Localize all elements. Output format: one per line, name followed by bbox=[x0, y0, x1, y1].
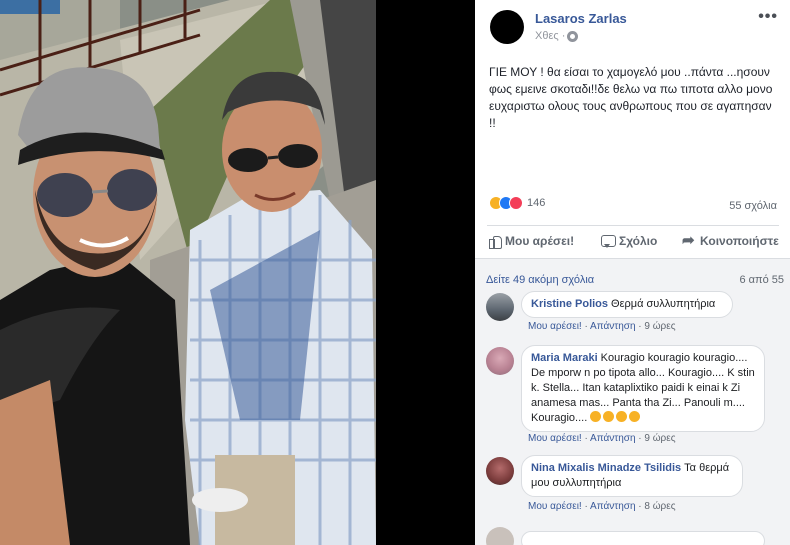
like-button[interactable]: Μου αρέσει! bbox=[487, 234, 575, 249]
commenter-name[interactable]: Nina Mixalis Minadze Tsilidis bbox=[531, 462, 681, 474]
comments-section: Δείτε 49 ακόμη σχόλια 6 από 55 Kristine … bbox=[475, 258, 790, 545]
lightbox-gap bbox=[376, 0, 475, 545]
comment-reply-link[interactable]: Απάντηση bbox=[590, 433, 635, 444]
post-header: Lasaros Zarlas Χθες · ••• bbox=[475, 0, 790, 50]
author-avatar[interactable] bbox=[490, 10, 524, 44]
commenter-name[interactable]: Kristine Polios bbox=[531, 298, 608, 310]
commenter-avatar[interactable] bbox=[486, 457, 514, 485]
comment-text: Θερμά συλλυπητήρια bbox=[611, 298, 716, 310]
share-icon bbox=[682, 231, 696, 249]
sad-emoji-group bbox=[590, 411, 642, 424]
comment-like-link[interactable]: Μου αρέσει! bbox=[528, 501, 582, 512]
comment-time[interactable]: 8 ώρες bbox=[644, 501, 675, 512]
comment-icon bbox=[601, 234, 616, 248]
globe-icon bbox=[567, 31, 578, 42]
sad-emoji-icon bbox=[590, 411, 602, 422]
comment-bubble: Kristine Polios Θερμά συλλυπητήρια bbox=[521, 291, 733, 318]
comment-meta: Μου αρέσει! · Απάντηση · 9 ώρες bbox=[528, 433, 676, 444]
sad-emoji-icon bbox=[603, 411, 615, 422]
comments-pager: 6 από 55 bbox=[739, 274, 784, 286]
comment-meta: Μου αρέσει! · Απάντηση · 9 ώρες bbox=[528, 321, 676, 332]
comment-meta: Μου αρέσει! · Απάντηση · 8 ώρες bbox=[528, 501, 676, 512]
comment-time[interactable]: 9 ώρες bbox=[644, 321, 675, 332]
comment-like-link[interactable]: Μου αρέσει! bbox=[528, 321, 582, 332]
comment-bubble: Nina Mixalis Minadze Tsilidis Τα θερμά μο… bbox=[521, 455, 743, 497]
post-text: ΓΙΕ ΜΟΥ ! θα είσαι το χαμογελό μου ..πάν… bbox=[489, 65, 773, 130]
comment-button[interactable]: Σχόλιο bbox=[601, 234, 657, 248]
post-side-panel: Lasaros Zarlas Χθες · ••• ΓΙΕ ΜΟΥ ! θα ε… bbox=[475, 0, 790, 545]
sad-emoji-icon bbox=[616, 411, 628, 422]
love-reaction-icon[interactable] bbox=[509, 196, 523, 210]
comment-bubble: Maria Maraki Kouragio kouragio kouragio..… bbox=[521, 345, 765, 432]
post-actions: Μου αρέσει! Σχόλιο Κοινοποιήστε bbox=[475, 228, 790, 256]
comment-count[interactable]: 55 σχόλια bbox=[729, 200, 777, 212]
more-options-icon[interactable]: ••• bbox=[758, 9, 778, 25]
comment-bubble-partial bbox=[521, 531, 765, 545]
post-photo[interactable] bbox=[0, 0, 376, 545]
commenter-avatar[interactable] bbox=[486, 347, 514, 375]
share-button-label: Κοινοποιήστε bbox=[700, 234, 779, 248]
comment-like-link[interactable]: Μου αρέσει! bbox=[528, 433, 582, 444]
comment-reply-link[interactable]: Απάντηση bbox=[590, 501, 635, 512]
commenter-avatar[interactable] bbox=[486, 293, 514, 321]
selfie-photo-image bbox=[0, 0, 376, 545]
post-time[interactable]: Χθες · bbox=[535, 30, 565, 42]
commenter-avatar[interactable] bbox=[486, 527, 514, 545]
view-more-comments-link[interactable]: Δείτε 49 ακόμη σχόλια bbox=[486, 274, 594, 286]
reactions-bar: 146 55 σχόλια bbox=[489, 196, 777, 214]
comment-time[interactable]: 9 ώρες bbox=[644, 433, 675, 444]
sad-emoji-icon bbox=[629, 411, 641, 422]
share-button[interactable]: Κοινοποιήστε bbox=[682, 231, 779, 249]
comment-button-label: Σχόλιο bbox=[619, 234, 658, 248]
reaction-count[interactable]: 146 bbox=[527, 197, 545, 209]
thumbs-up-icon bbox=[487, 234, 502, 249]
commenter-name[interactable]: Maria Maraki bbox=[531, 352, 598, 364]
divider bbox=[487, 225, 779, 226]
like-button-label: Μου αρέσει! bbox=[505, 234, 575, 248]
author-name[interactable]: Lasaros Zarlas bbox=[535, 11, 627, 26]
comment-reply-link[interactable]: Απάντηση bbox=[590, 321, 635, 332]
